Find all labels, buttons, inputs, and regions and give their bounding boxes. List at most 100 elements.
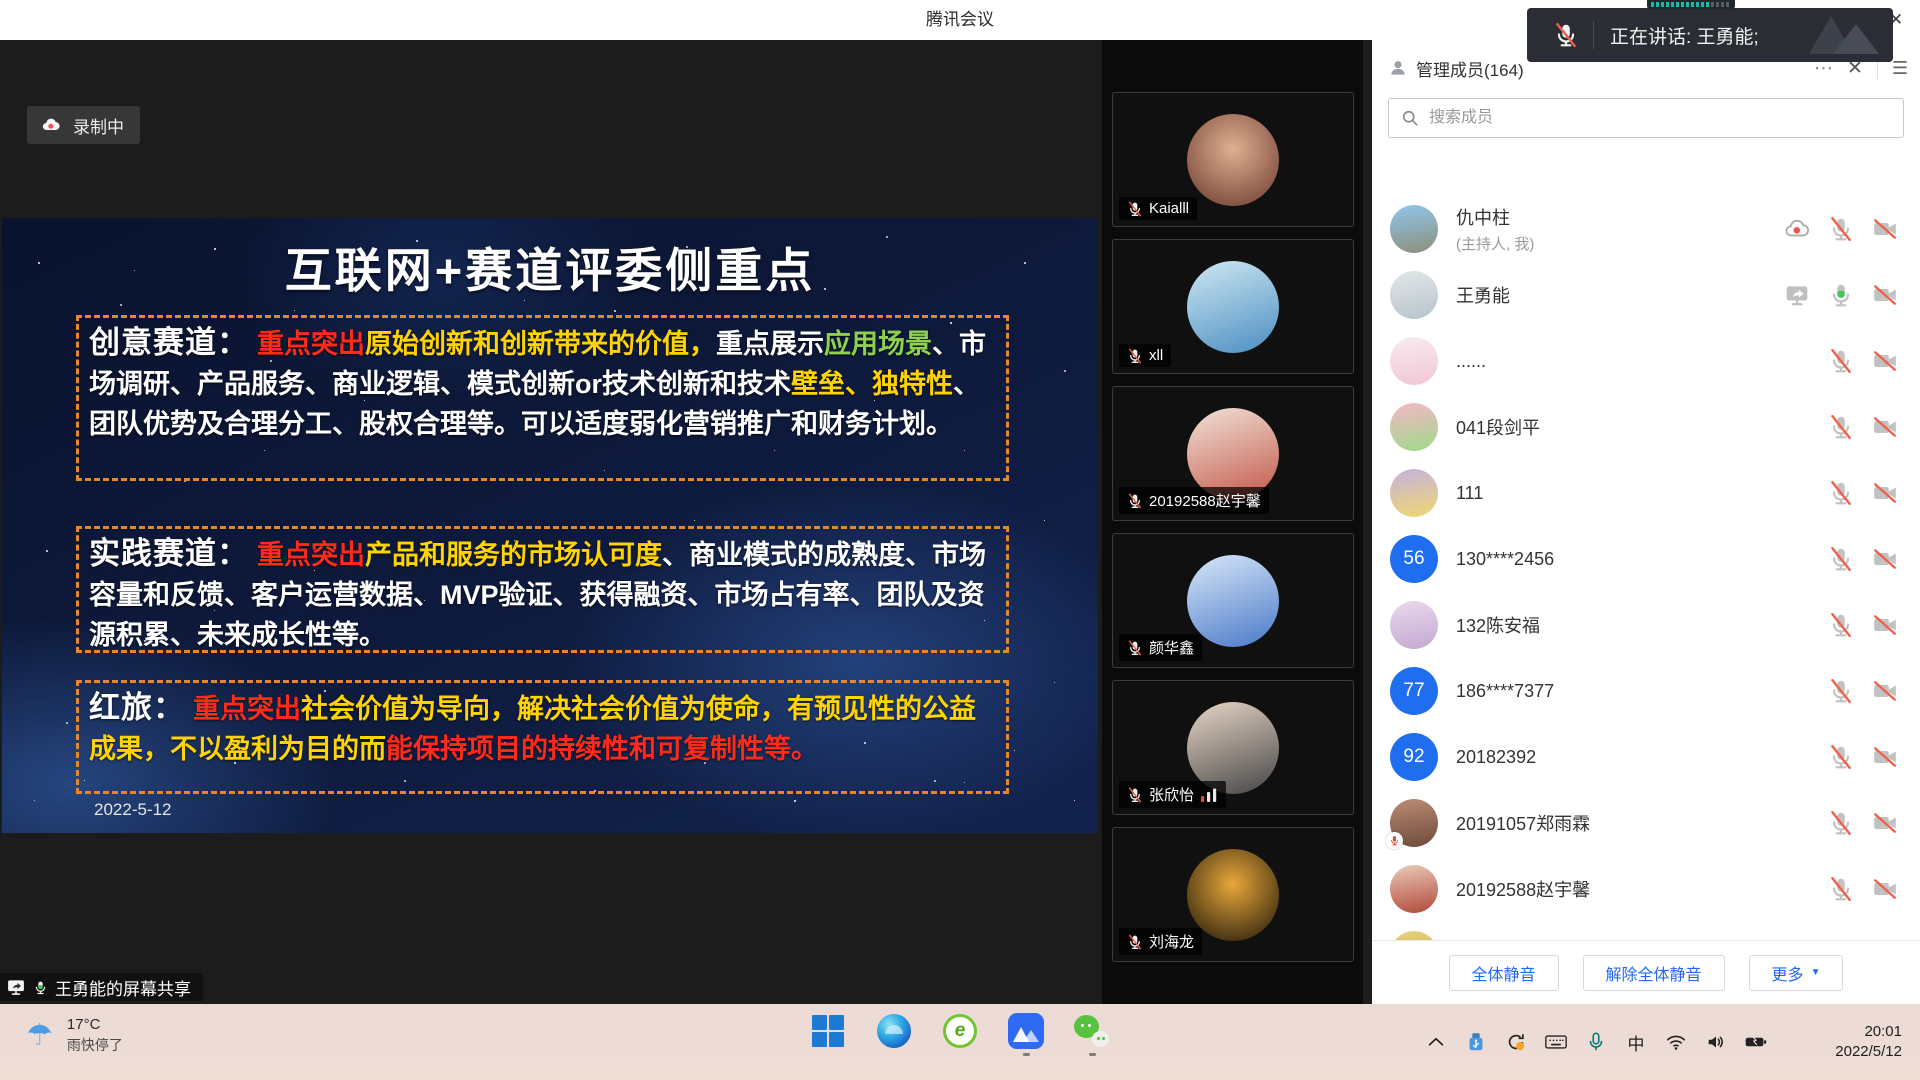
- tray-ime-icon[interactable]: 中: [1624, 1030, 1648, 1054]
- participant-avatar: [1187, 114, 1279, 206]
- camera-muted-icon[interactable]: [1872, 678, 1898, 704]
- participant-name: xll: [1149, 347, 1163, 364]
- member-avatar: [1390, 271, 1438, 319]
- unmute-all-button[interactable]: 解除全体静音: [1583, 955, 1725, 991]
- search-input[interactable]: [1388, 98, 1904, 138]
- camera-muted-icon[interactable]: [1872, 480, 1898, 506]
- member-row[interactable]: 20192588赵宇馨: [1372, 856, 1920, 922]
- video-tile[interactable]: 颜华鑫: [1112, 533, 1354, 668]
- member-search: [1388, 98, 1904, 138]
- member-row[interactable]: 仇中柱(主持人, 我): [1372, 196, 1920, 262]
- camera-muted-icon[interactable]: [1872, 612, 1898, 638]
- video-strip: Kaialll xll 20192588赵宇馨颜华鑫张欣怡刘海龙: [1102, 40, 1363, 1004]
- camera-muted-icon[interactable]: [1872, 282, 1898, 308]
- video-tile[interactable]: 20192588赵宇馨: [1112, 386, 1354, 521]
- member-name: 王勇能: [1456, 282, 1510, 308]
- speaking-toast-label: 正在讲话: 王勇能;: [1610, 22, 1759, 49]
- tray-keyboard-icon[interactable]: [1544, 1030, 1568, 1054]
- member-panel-footer: 全体静音解除全体静音更多▼: [1372, 940, 1920, 1004]
- panel-menu-icon[interactable]: ☰: [1892, 59, 1908, 77]
- slide-box-creative-track: 创意赛道：重点突出原始创新和创新带来的价值，重点展示应用场景、市场调研、产品服务…: [76, 315, 1009, 481]
- member-panel-title: 管理成员(164): [1416, 56, 1524, 81]
- tray-sync-icon[interactable]: [1504, 1030, 1528, 1054]
- member-row[interactable]: 132陈安福: [1372, 592, 1920, 658]
- more-button[interactable]: 更多▼: [1749, 955, 1844, 991]
- slide-text-segment: 重点突出: [193, 694, 301, 724]
- avatar-mic-badge: [1386, 832, 1403, 849]
- mic-active-icon[interactable]: [1828, 282, 1854, 308]
- slide-text-segment: 能保持项目的持续性和可复制性等。: [386, 734, 818, 764]
- screen-share-icon[interactable]: [1784, 282, 1810, 308]
- tray-microphone-icon[interactable]: [1584, 1030, 1608, 1054]
- video-tile[interactable]: Kaialll: [1112, 92, 1354, 227]
- camera-muted-icon[interactable]: [1872, 216, 1898, 242]
- member-avatar: [1390, 205, 1438, 253]
- member-row[interactable]: 9220182392: [1372, 724, 1920, 790]
- mic-muted-icon[interactable]: [1828, 480, 1854, 506]
- taskbar-wechat-icon[interactable]: [1074, 1013, 1110, 1056]
- member-row[interactable]: [1372, 922, 1920, 940]
- cloud-record-icon[interactable]: [1784, 216, 1810, 242]
- member-avatar: [1390, 337, 1438, 385]
- member-row[interactable]: 111: [1372, 460, 1920, 526]
- live-mic-icon: [33, 978, 48, 997]
- member-panel: 管理成员(164) ⋯ ✕ ☰ 仇中柱(主持人, 我)王勇能......041段…: [1372, 40, 1920, 1004]
- muted-mic-icon: [1127, 934, 1143, 950]
- participant-avatar: [1187, 261, 1279, 353]
- mic-muted-icon[interactable]: [1828, 414, 1854, 440]
- participant-avatar: [1187, 555, 1279, 647]
- mic-muted-icon[interactable]: [1828, 678, 1854, 704]
- video-tile[interactable]: 刘海龙: [1112, 827, 1354, 962]
- member-avatar: 77: [1390, 667, 1438, 715]
- camera-muted-icon[interactable]: [1872, 414, 1898, 440]
- tray-volume-icon[interactable]: [1704, 1030, 1728, 1054]
- tray-battery-icon[interactable]: [1744, 1030, 1768, 1054]
- speaking-toast: 正在讲话: 王勇能;: [1527, 8, 1893, 62]
- mic-muted-icon[interactable]: [1828, 612, 1854, 638]
- camera-muted-icon[interactable]: [1872, 348, 1898, 374]
- mic-muted-icon[interactable]: [1828, 810, 1854, 836]
- member-avatar: 92: [1390, 733, 1438, 781]
- tray-chevron-up-icon[interactable]: [1424, 1030, 1448, 1054]
- tray-wifi-icon[interactable]: [1664, 1030, 1688, 1054]
- member-role: (主持人, 我): [1456, 233, 1534, 254]
- member-row[interactable]: ......: [1372, 328, 1920, 394]
- slide-text-segment: 重点展示: [716, 329, 824, 359]
- camera-muted-icon[interactable]: [1872, 546, 1898, 572]
- video-tile[interactable]: xll: [1112, 239, 1354, 374]
- mic-muted-icon[interactable]: [1828, 876, 1854, 902]
- video-tile[interactable]: 张欣怡: [1112, 680, 1354, 815]
- camera-muted-icon[interactable]: [1872, 876, 1898, 902]
- member-row[interactable]: 041段剑平: [1372, 394, 1920, 460]
- mic-muted-icon[interactable]: [1828, 546, 1854, 572]
- taskbar-360-browser-icon[interactable]: e: [942, 1013, 978, 1056]
- member-row[interactable]: 56130****2456: [1372, 526, 1920, 592]
- running-indicator: [1089, 1053, 1096, 1056]
- tray-usb-icon[interactable]: [1464, 1030, 1488, 1054]
- toast-divider: [1593, 21, 1594, 49]
- slide-title: 互联网+赛道评委侧重点: [2, 232, 1098, 301]
- taskbar-windows-start-icon[interactable]: [810, 1013, 846, 1056]
- participant-name-chip: xll: [1119, 344, 1171, 367]
- muted-mic-icon: [1127, 201, 1143, 217]
- slide-date: 2022-5-12: [94, 800, 172, 820]
- taskbar-weather-widget[interactable]: ☂ 17°C 雨快停了: [26, 1016, 123, 1055]
- member-row[interactable]: 20191057郑雨霖: [1372, 790, 1920, 856]
- mic-muted-icon[interactable]: [1828, 348, 1854, 374]
- muted-mic-icon: [1127, 493, 1143, 509]
- taskbar-clock[interactable]: 20:01 2022/5/12: [1835, 1022, 1902, 1062]
- participant-name-chip: 20192588赵宇馨: [1119, 487, 1269, 514]
- member-row[interactable]: 王勇能: [1372, 262, 1920, 328]
- taskbar-tencent-meeting-icon[interactable]: [1008, 1013, 1044, 1056]
- mute-all-button[interactable]: 全体静音: [1449, 955, 1559, 991]
- camera-muted-icon[interactable]: [1872, 810, 1898, 836]
- participant-name: 张欣怡: [1149, 784, 1194, 805]
- camera-muted-icon[interactable]: [1872, 744, 1898, 770]
- member-row[interactable]: 77 186****7377: [1372, 658, 1920, 724]
- mic-muted-icon[interactable]: [1828, 216, 1854, 242]
- taskbar-edge-browser-icon[interactable]: [876, 1013, 912, 1056]
- participant-name: 颜华鑫: [1149, 637, 1194, 658]
- member-name: 186****7377: [1456, 681, 1554, 702]
- muted-mic-icon: [1127, 787, 1143, 803]
- mic-muted-icon[interactable]: [1828, 744, 1854, 770]
